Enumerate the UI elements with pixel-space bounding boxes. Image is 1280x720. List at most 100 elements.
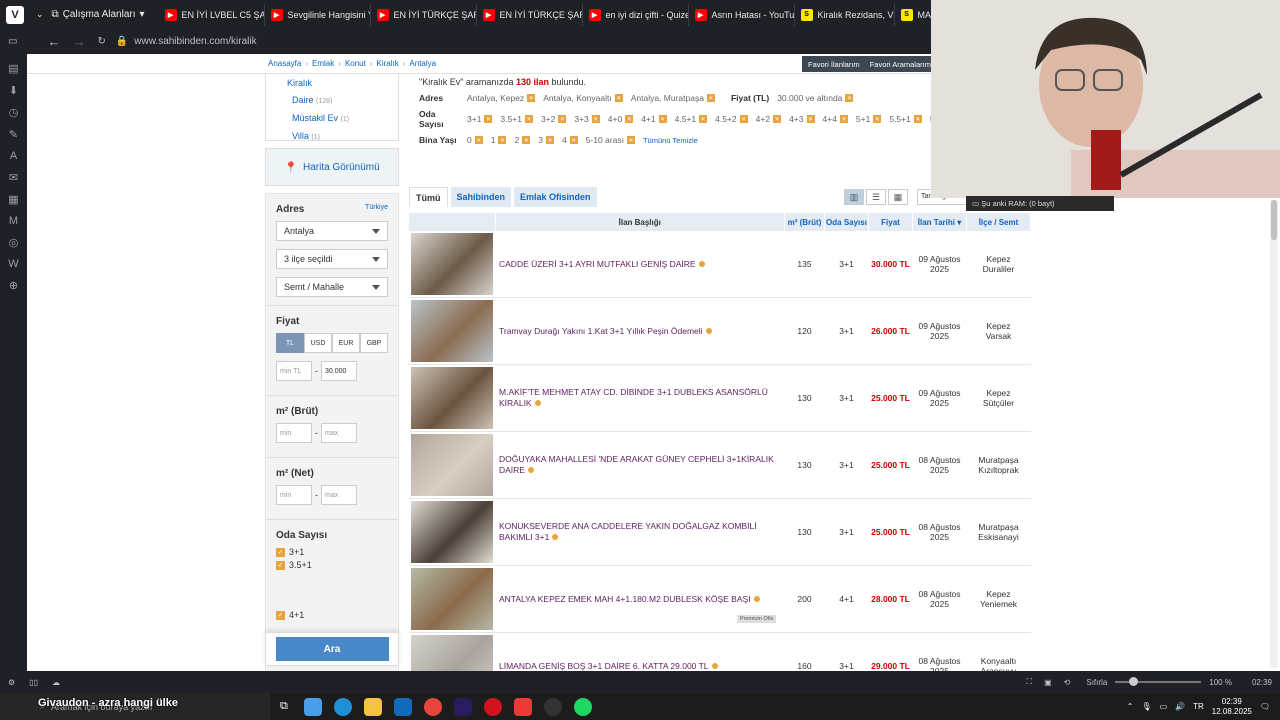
task-view-icon[interactable]: ⧉ [280,700,288,713]
price-max-input[interactable]: 30.000 [321,361,357,381]
map-pin-icon[interactable] [527,467,534,473]
m2-header[interactable]: m² (Brüt) [784,213,825,231]
remove-filter-icon[interactable]: ✕ [806,115,815,123]
remove-filter-icon[interactable]: ✕ [658,115,667,123]
currency-gbp-button[interactable]: GBP [360,333,388,353]
listing-thumbnail[interactable] [411,568,493,630]
table-row[interactable]: M.AKİF'TE MEHMET ATAY CD. DİBİNDE 3+1 DU… [409,364,1031,432]
listing-title-link[interactable]: CADDE ÜZERİ 3+1 AYRI MUTFAKLI GENİŞ DAİR… [499,259,696,269]
notes-icon[interactable]: ✎ [9,128,18,141]
remove-filter-icon[interactable]: ✕ [739,115,748,123]
list-view-icon[interactable]: ☰ [866,189,886,205]
taskbar-clock[interactable]: 02:39 12.08.2025 [1212,697,1252,717]
currency-tl-button[interactable]: TL [276,333,304,353]
rooms-header[interactable]: Oda Sayısı [824,213,869,231]
remove-filter-icon[interactable]: ✕ [474,136,483,144]
map-view-button[interactable]: 📍 Harita Görünümü [265,148,399,186]
gross-max-input[interactable]: max [321,423,357,443]
volume-icon[interactable]: 🔊 [1175,702,1185,711]
table-view-icon[interactable]: ▥ [844,189,864,205]
category-item[interactable]: Villa (1) [266,127,398,145]
browser-tab[interactable]: S Kiralık Rezidans, Villa, M [795,3,895,26]
network-icon[interactable]: ▭ [1160,702,1168,711]
country-link[interactable]: Türkiye [365,204,388,215]
remove-filter-icon[interactable]: ✕ [484,115,493,123]
table-row[interactable]: DOĞUYAKA MAHALLESİ 'NDE ARAKAT GÜNEY CEP… [409,431,1031,499]
browser-tab[interactable]: ▶ Asrın Hatası - YouTube [689,3,795,26]
currency-eur-button[interactable]: EUR [332,333,360,353]
grid-view-icon[interactable]: ▦ [888,189,908,205]
browser-tab[interactable]: ▶ Sevgilinle Hangisini Yap [265,3,371,26]
result-tab[interactable]: Emlak Ofisinden [514,187,597,207]
remove-filter-icon[interactable]: ✕ [527,94,536,102]
map-pin-icon[interactable] [552,534,559,540]
listing-thumbnail[interactable] [411,635,493,674]
forward-icon[interactable]: → [72,34,85,49]
chevron-down-icon[interactable]: ⌄ [36,9,44,20]
result-tab[interactable]: Sahibinden [450,187,512,207]
breadcrumb-link[interactable]: Kiralık [377,59,399,68]
vivaldi-icon[interactable] [513,697,532,716]
browser-tab[interactable]: ▶ en iyi dizi çifti - Quizer [583,3,689,26]
outlook-icon[interactable] [393,697,412,716]
panel-icon[interactable]: ▯▯ [29,678,38,687]
url-field[interactable]: www.sahibinden.com/kiralik [134,36,256,47]
net-min-input[interactable]: min [276,485,312,505]
microphone-icon[interactable]: 🎙 [1141,702,1151,711]
zoom-slider[interactable] [1115,677,1202,686]
mastodon-icon[interactable]: M [9,215,18,227]
remove-filter-icon[interactable]: ✕ [873,115,882,123]
breadcrumb-link[interactable]: Anasayfa [268,59,301,68]
workspaces-button[interactable]: ⧉ Çalışma Alanları ▾ [52,9,159,20]
breadcrumb-link[interactable]: Konut [345,59,366,68]
category-parent[interactable]: Kiralık [266,74,398,91]
listing-title-link[interactable]: Tramvay Durağı Yakını 1.Kat 3+1 Yıllık P… [499,326,703,336]
date-header[interactable]: İlan Tarihi ▾ [912,213,967,231]
page-scrollbar[interactable] [1270,200,1278,668]
room-checkbox[interactable]: ✓ 4+1 [276,610,388,620]
tiling-icon[interactable]: ▣ [1044,678,1052,687]
page-actions-icon[interactable]: ⟲ [1064,678,1071,687]
listing-title-link[interactable]: ANTALYA KEPEZ EMEK MAH 4+1.180.M2 DUBLES… [499,594,751,604]
bookmarks-icon[interactable]: ▤ [8,62,18,75]
browser-tab[interactable]: ▶ EN İYİ TÜRKÇE ŞARKI 2 [371,3,477,26]
opera-icon[interactable] [483,697,502,716]
favorite-listings-link[interactable]: Favori İlanlarım [808,60,860,69]
listing-thumbnail[interactable] [411,233,493,295]
room-checkbox[interactable]: ✓ 3.5+1 [276,560,388,570]
search-button[interactable]: Ara [275,637,389,661]
obs-icon[interactable] [543,697,562,716]
category-item[interactable]: Daire (128) [266,91,398,109]
remove-filter-icon[interactable]: ✕ [498,136,507,144]
gross-min-input[interactable]: min [276,423,312,443]
currency-usd-button[interactable]: USD [304,333,332,353]
room-checkbox[interactable]: ✓ 3+1 [276,547,388,557]
back-icon[interactable]: ← [47,34,60,49]
vivaldi-logo-icon[interactable]: V [6,5,24,24]
remove-filter-icon[interactable]: ✕ [845,94,854,102]
scrollbar-thumb[interactable] [1271,200,1277,240]
map-pin-icon[interactable] [711,662,718,669]
browser-tab[interactable]: ▶ EN İYİ TÜRKÇE ŞARKI 2 [477,3,583,26]
breadcrumb-link[interactable]: Antalya [409,59,436,68]
table-row[interactable]: Tramvay Durağı Yakını 1.Kat 3+1 Yıllık P… [409,297,1031,365]
cloud-sync-icon[interactable]: ☁ [52,678,60,687]
favorite-searches-link[interactable]: Favori Aramalarım [870,60,931,69]
listing-thumbnail[interactable] [411,367,493,429]
remove-filter-icon[interactable]: ✕ [913,115,922,123]
table-row[interactable]: LİMANDA GENİŞ BOŞ 3+1 DAİRE 6. KATTA 29.… [409,632,1031,674]
downloads-icon[interactable]: ⬇ [9,84,18,97]
remove-filter-icon[interactable]: ✕ [699,115,708,123]
web-panel-icon[interactable]: ◎ [9,236,19,249]
remove-filter-icon[interactable]: ✕ [839,115,848,123]
listing-thumbnail[interactable] [411,300,493,362]
listing-title-link[interactable]: KONUKSEVERDE ANA CADDELERE YAKIN DOĞALGA… [499,521,757,542]
listing-title-link[interactable]: DOĞUYAKA MAHALLESİ 'NDE ARAKAT GÜNEY CEP… [499,454,774,475]
file-explorer-icon[interactable] [363,697,382,716]
site-info-icon[interactable]: 🔒 [116,36,128,47]
listing-thumbnail[interactable] [411,434,493,496]
remove-filter-icon[interactable]: ✕ [524,115,533,123]
language-icon[interactable]: TR [1193,702,1204,711]
copilot-icon[interactable] [303,697,322,716]
map-pin-icon[interactable] [753,595,760,602]
